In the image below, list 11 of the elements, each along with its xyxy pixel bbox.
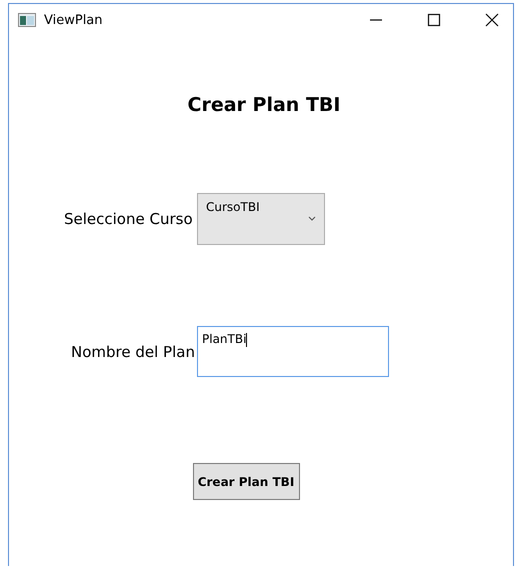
app-icon bbox=[18, 13, 36, 27]
course-label: Seleccione Curso bbox=[63, 210, 194, 228]
maximize-icon[interactable] bbox=[427, 13, 441, 27]
create-plan-button[interactable]: Crear Plan TBI bbox=[192, 463, 300, 500]
close-icon[interactable] bbox=[485, 13, 499, 27]
form-heading: Crear Plan TBI bbox=[186, 94, 342, 116]
window-title: ViewPlan bbox=[44, 12, 103, 28]
plan-name-label: Nombre del Plan bbox=[70, 342, 196, 360]
course-dropdown[interactable]: CursoTBI bbox=[197, 193, 325, 245]
plan-name-field[interactable]: PlanTBi bbox=[197, 326, 389, 377]
chevron-icon bbox=[308, 216, 316, 221]
